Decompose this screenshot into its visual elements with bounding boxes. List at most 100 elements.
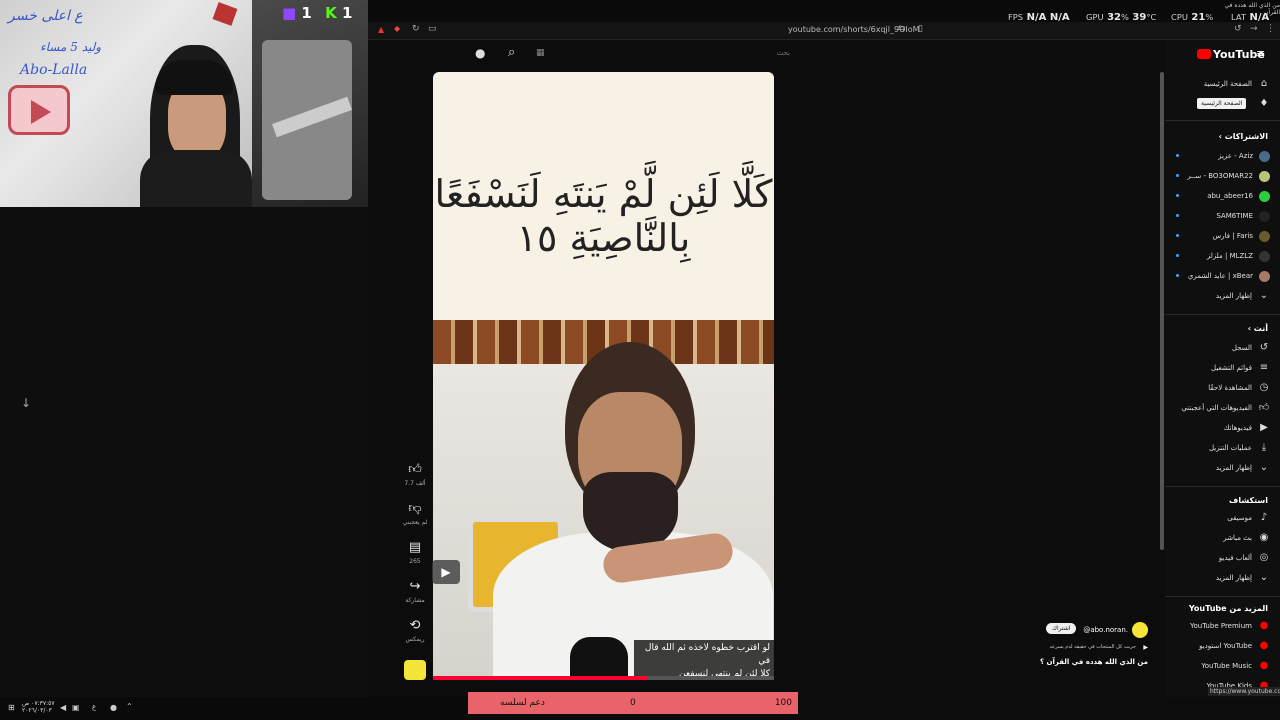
- share-button[interactable]: ↪ مشاركة: [402, 579, 428, 604]
- show-more-subs[interactable]: إظهار المزيد ⌄: [1160, 286, 1270, 306]
- left-dark-pane: [0, 207, 368, 697]
- network-icon[interactable]: ▣: [72, 703, 80, 712]
- video-icon: ▶: [1260, 422, 1268, 433]
- kick-icon: K: [325, 4, 337, 22]
- sub-item[interactable]: Aziz - عزيز: [1160, 146, 1270, 166]
- donation-goal: 100: [774, 698, 792, 708]
- stream-counter: ■ 1 K 1: [282, 4, 352, 22]
- quran-verse: كَلَّا لَئِن لَّمْ يَنتَهِ لَنَسْفَعًا ب…: [434, 172, 773, 260]
- more-from-youtube-heading: المزيد من YouTube: [1188, 604, 1268, 613]
- channel-handle[interactable]: @abo.noran.: [1083, 626, 1128, 634]
- forward-icon[interactable]: →: [1250, 24, 1258, 34]
- youtube-sidebar: الصفحة الرئيسية ⌂ ♦ الاشتراكات › Aziz - ع…: [1160, 40, 1280, 697]
- taskbar: ⊞ ٠٧:٣٧:٥٧ ص ٢٠٢٦/٠٣/٠٣ ◀ ▣ ع ● ⌃: [0, 697, 468, 720]
- comment-icon: ▤: [408, 540, 422, 555]
- sidebar-item-downloads[interactable]: عمليات التنزيل ⤓: [1160, 438, 1270, 458]
- sidebar-item-playlists[interactable]: قوائم التشغيل ≡: [1160, 358, 1270, 378]
- youtube-music-icon: ●: [1259, 660, 1269, 671]
- sidebar-item-your-videos[interactable]: فيديوهاتك ▶: [1160, 418, 1270, 438]
- avatar: [1259, 210, 1270, 222]
- gaming-icon: ◎: [1259, 552, 1269, 563]
- sidebar-item-music[interactable]: موسيقى ♪: [1160, 508, 1270, 528]
- sidebar-item-studio[interactable]: YouTube استوديو ●: [1160, 636, 1270, 656]
- sidebar-item-home[interactable]: الصفحة الرئيسية ⌂: [1160, 74, 1270, 94]
- music-icon: ♪: [1260, 512, 1268, 523]
- donation-current: 0: [630, 698, 636, 708]
- donation-label: دعم لسلسه: [500, 698, 545, 708]
- thumbs-down-icon: 👎︎: [408, 501, 422, 516]
- reload-icon[interactable]: ↻: [412, 24, 420, 34]
- share-url-icon[interactable]: ⇆: [898, 24, 906, 34]
- youtube-premium-icon: ●: [1259, 620, 1269, 631]
- sub-item[interactable]: MLZLZ | ملزلز: [1160, 246, 1270, 266]
- scroll-down-icon[interactable]: ↓: [18, 396, 34, 412]
- sidebar-item-history[interactable]: السجل ↺: [1160, 338, 1270, 358]
- home-icon: ⌂: [1260, 78, 1268, 89]
- video-subtitle: لو اقترب خطوه لاخذه ثم الله قال في كلا ل…: [634, 640, 774, 680]
- sidebar-item-premium[interactable]: YouTube Premium ●: [1160, 616, 1270, 636]
- status-url: https://www.youtube.com: [1208, 687, 1280, 696]
- playlist-icon: ≡: [1259, 362, 1269, 373]
- avatar: [1259, 190, 1270, 202]
- sidebar-item-watch-later[interactable]: المشاهدة لاحقًا ◷: [1160, 378, 1270, 398]
- extension-icon[interactable]: ◆: [394, 24, 400, 33]
- chevron-down-icon: ⌄: [1259, 572, 1269, 583]
- address-bar[interactable]: ▲ ◆ ↻ ▭ youtube.com/shorts/6xqjl_9OIoM ⇆…: [368, 22, 1280, 40]
- mic-icon[interactable]: ●: [475, 46, 485, 60]
- sub-item[interactable]: Faris | فارس: [1160, 226, 1270, 246]
- language-indicator[interactable]: ع: [92, 703, 96, 711]
- back-icon[interactable]: ↺: [1234, 24, 1242, 34]
- show-more-you[interactable]: إظهار المزيد ⌄: [1160, 458, 1270, 478]
- start-icon[interactable]: ⊞: [8, 703, 15, 712]
- sub-item[interactable]: SAM6TIME: [1160, 206, 1270, 226]
- sidebar-item-live[interactable]: بث مباشر ◉: [1160, 528, 1270, 548]
- avatar: [1259, 170, 1270, 182]
- chevron-down-icon: ⌄: [1259, 290, 1269, 301]
- youtube-studio-icon: ●: [1259, 640, 1269, 651]
- remix-button[interactable]: ⟲ ريمكس: [402, 618, 428, 643]
- download-icon: ⤓: [1261, 442, 1267, 453]
- video-description: جربت كل المنتجات في حقيقه لدم بسرعه: [1049, 644, 1136, 650]
- sound-thumbnail[interactable]: [404, 660, 426, 680]
- video-progress[interactable]: [433, 676, 774, 680]
- thumbs-up-icon: 👍︎: [408, 462, 422, 477]
- expand-icon[interactable]: ▶: [1143, 644, 1148, 651]
- sidebar-scrollbar[interactable]: [1160, 72, 1164, 550]
- sub-item[interactable]: BO3OMAR22 - ســر: [1160, 166, 1270, 186]
- volume-icon[interactable]: ◀: [60, 703, 66, 712]
- avatar: [1259, 250, 1270, 262]
- browser-tab-title[interactable]: من الذي الله هدده في القرآن: [1208, 2, 1280, 16]
- youtube-logo[interactable]: YouTube: [1197, 48, 1265, 61]
- comments-button[interactable]: ▤ 265: [402, 540, 428, 565]
- subscriptions-heading[interactable]: الاشتراكات ›: [1219, 132, 1268, 141]
- live-icon: ◉: [1259, 532, 1269, 543]
- sidebar-item-gaming[interactable]: ألعاب فيديو ◎: [1160, 548, 1270, 568]
- search-icon[interactable]: ⌕: [508, 45, 515, 60]
- sidebar-item-music-app[interactable]: YouTube Music ●: [1160, 656, 1270, 676]
- like-button[interactable]: 👍︎ 7.7 ألف: [402, 462, 428, 487]
- sub-item[interactable]: xBear | عايد الشمري: [1160, 266, 1270, 286]
- show-more-explore[interactable]: إظهار المزيد ⌄: [1160, 568, 1270, 588]
- tab-icon[interactable]: ▭: [428, 24, 437, 34]
- chevron-up-icon[interactable]: ⌃: [126, 702, 133, 711]
- bookmark-icon[interactable]: ▯: [918, 24, 923, 34]
- play-icon[interactable]: ▶: [432, 560, 460, 584]
- channel-avatar[interactable]: [1132, 622, 1148, 638]
- subscribe-button[interactable]: اشتراك: [1046, 623, 1077, 634]
- dislike-button[interactable]: 👎︎ لم يعجبني: [402, 501, 428, 526]
- mic-tray-icon[interactable]: ●: [110, 703, 117, 712]
- youtube-logo-icon: [1197, 49, 1211, 59]
- you-heading[interactable]: أنت ›: [1248, 324, 1268, 333]
- twitch-icon: ■: [282, 4, 297, 22]
- video-microphone: [570, 637, 628, 680]
- sidebar-item-liked[interactable]: الفيديوهات التي أعجبتني 👍︎: [1160, 398, 1270, 418]
- sub-item[interactable]: abu_abeer16: [1160, 186, 1270, 206]
- menu-icon[interactable]: ⋮: [1266, 24, 1275, 34]
- search-input[interactable]: بحث: [777, 49, 790, 57]
- shorts-video[interactable]: كَلَّا لَئِن لَّمْ يَنتَهِ لَنَسْفَعًا ب…: [433, 72, 774, 680]
- keyboard-icon[interactable]: ▦: [536, 48, 545, 58]
- webcam-feed: ع اعلى خسر وليد 5 مساء Abo-Lalla: [0, 0, 252, 207]
- channel-info: @abo.noran. اشتراك جربت كل المنتجات في ح…: [1030, 620, 1150, 670]
- chevron-down-icon: ⌄: [1259, 462, 1269, 473]
- hamburger-menu-icon[interactable]: ≡: [1256, 47, 1265, 60]
